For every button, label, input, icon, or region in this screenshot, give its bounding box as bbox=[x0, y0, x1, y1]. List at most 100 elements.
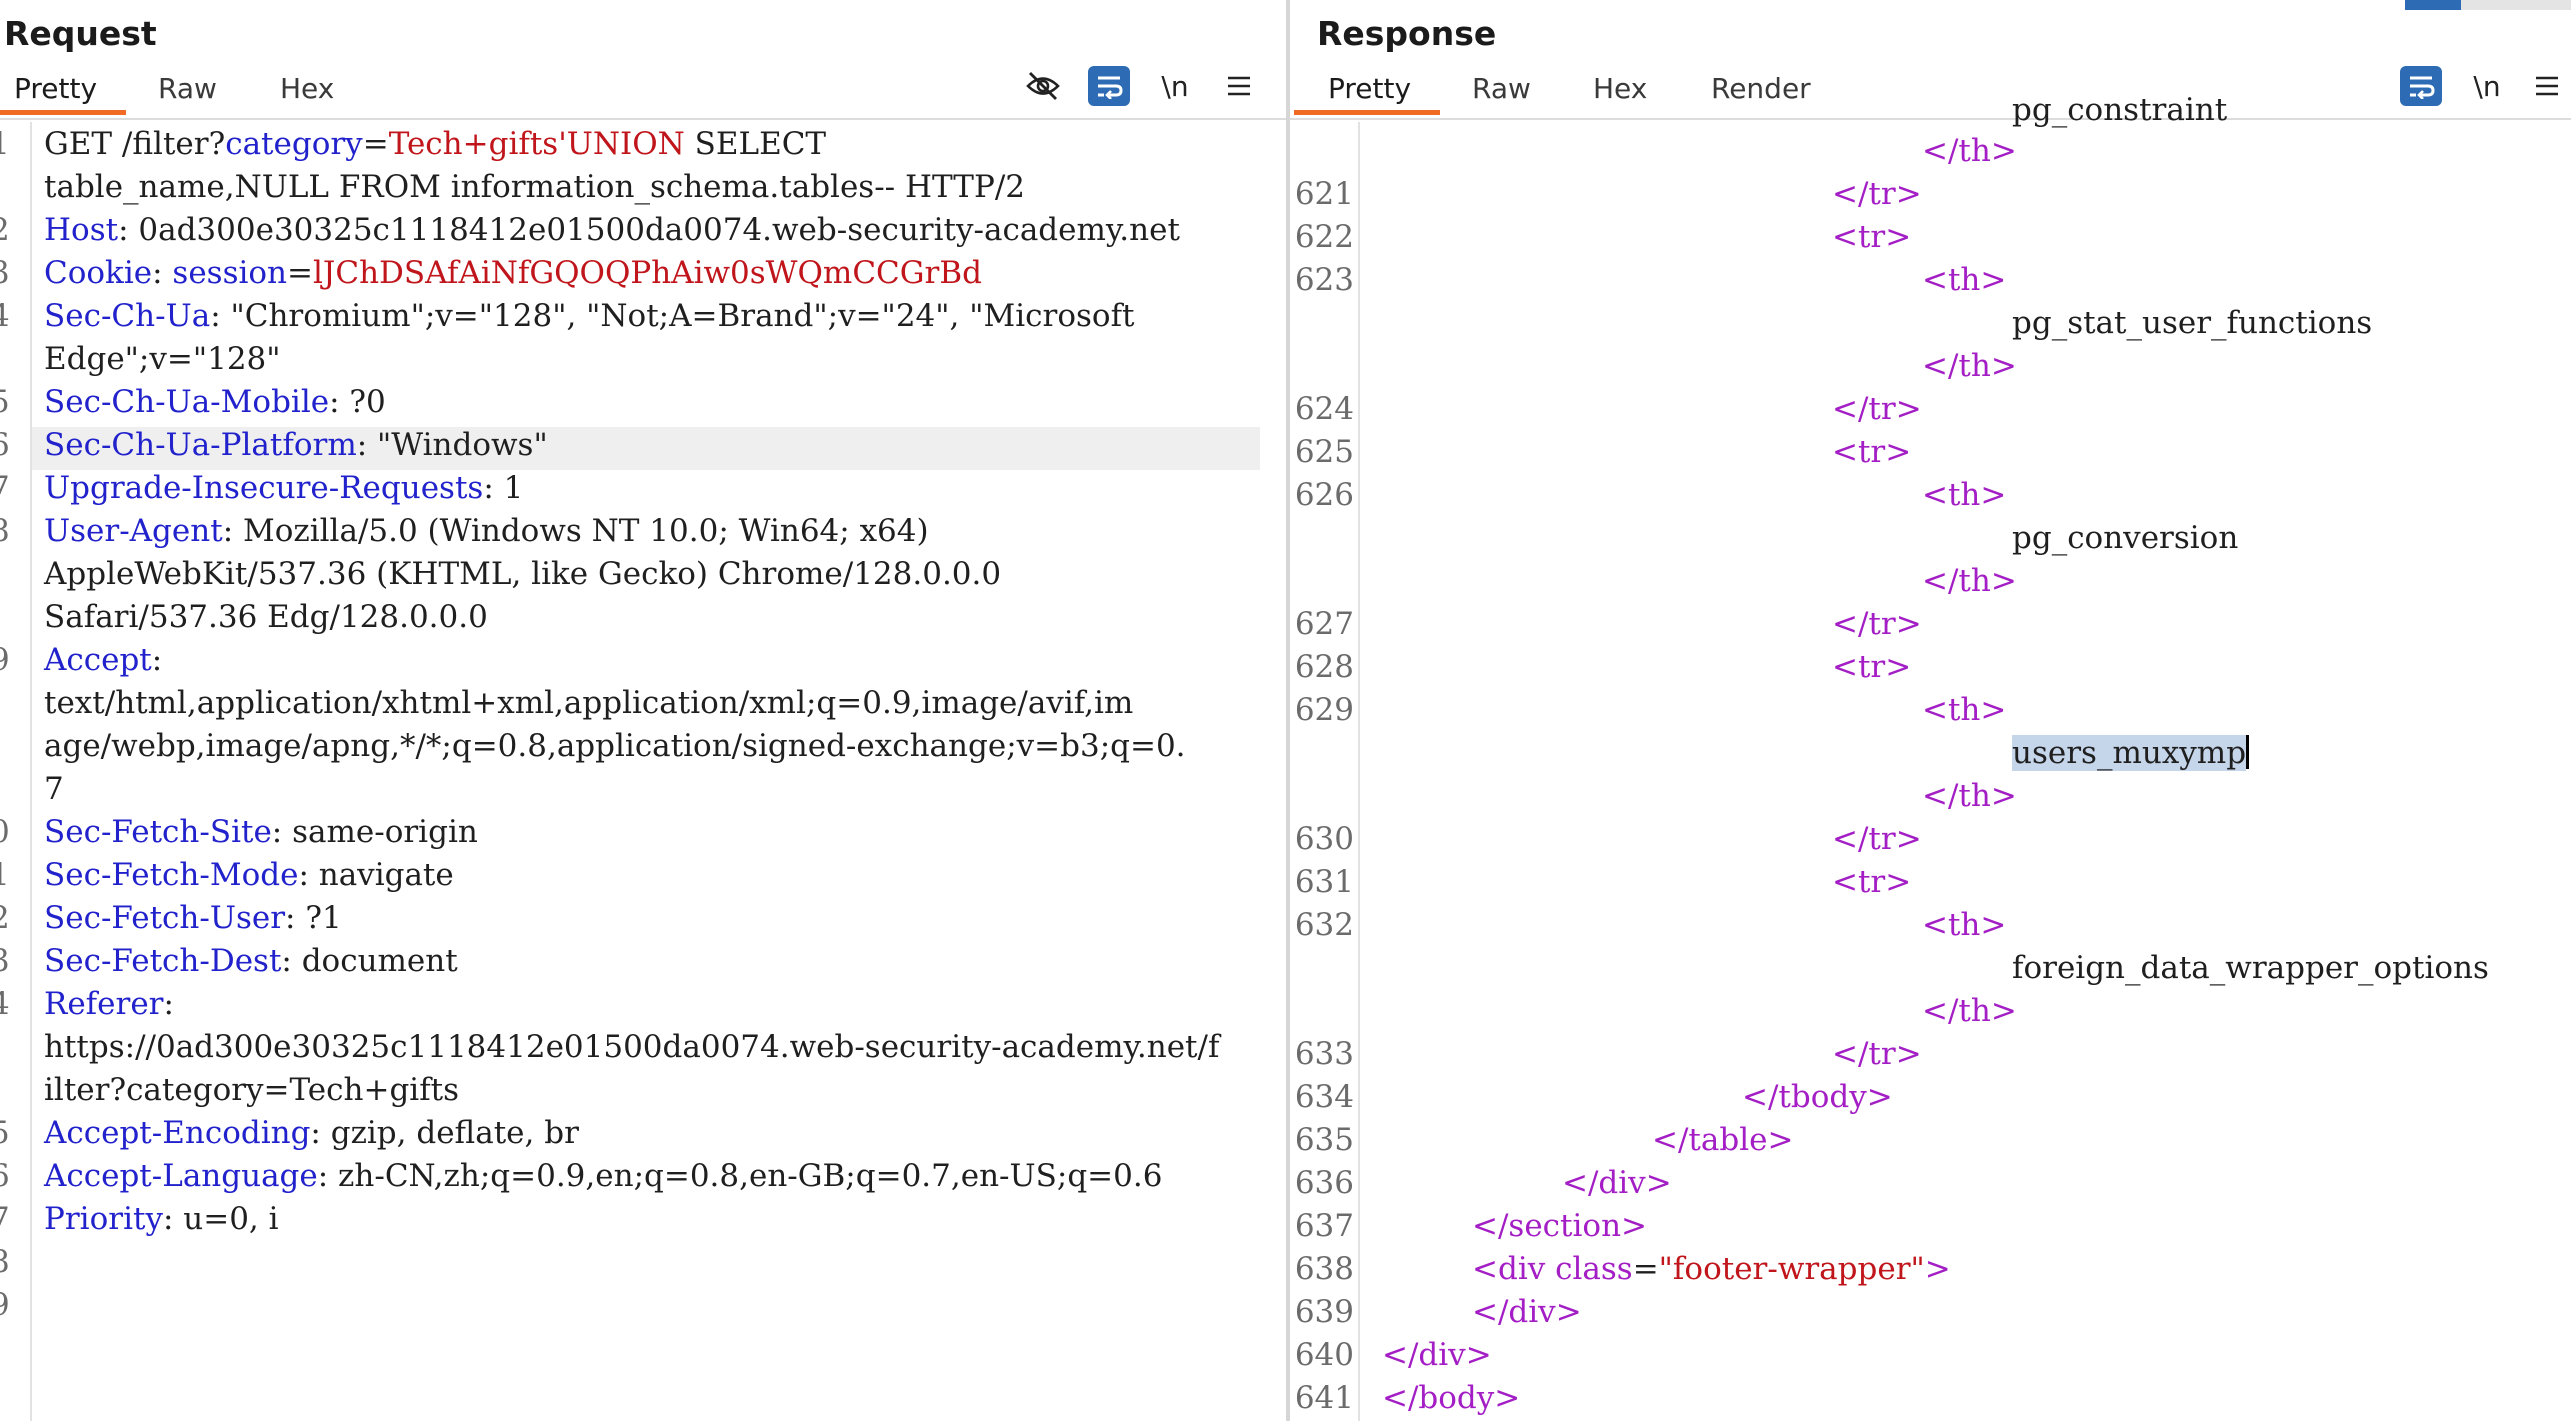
header-name: Referer bbox=[44, 986, 164, 1022]
wrap-icon bbox=[2410, 76, 2435, 99]
hide-toggle-button[interactable] bbox=[1022, 66, 1064, 106]
header-name: Sec-Ch-Ua bbox=[44, 298, 211, 334]
line-number: 4 bbox=[0, 986, 10, 1022]
table-name-value: foreign_data_wrapper_options bbox=[2012, 950, 2489, 986]
tab-hex[interactable]: Hex bbox=[280, 72, 334, 105]
tab-render[interactable]: Render bbox=[1711, 72, 1811, 105]
hamburger-menu-icon bbox=[1228, 76, 1250, 96]
window-corner-accent bbox=[2405, 0, 2461, 10]
line-number: 630 bbox=[1294, 821, 1354, 857]
line-number: 3 bbox=[0, 255, 10, 291]
line-number: 623 bbox=[1294, 262, 1354, 298]
header-sep: : bbox=[151, 642, 163, 678]
code-line: GET /filter?category=Tech+gifts'UNION SE… bbox=[44, 126, 826, 162]
code-line: </tr> bbox=[1832, 176, 1922, 212]
line-number: 5 bbox=[0, 384, 10, 420]
code-line: </div> bbox=[1562, 1165, 1672, 1201]
line-number: 3 bbox=[0, 943, 10, 979]
line-number-gutter: 621 622 623 624 625 626 627 628 629 630 … bbox=[1290, 122, 1360, 1421]
header-sep: : bbox=[152, 255, 173, 291]
request-pane: Request Pretty Raw Hex \n GET /filter?ca… bbox=[0, 0, 1286, 1421]
header-name: Sec-Ch-Ua-Platform bbox=[44, 427, 357, 463]
code-line: <tr> bbox=[1832, 649, 1912, 685]
response-menu-button[interactable] bbox=[2526, 66, 2568, 106]
line-number: 1 bbox=[0, 126, 10, 162]
request-editor[interactable]: 1 2 3 4 5 6 7 8 9 0 1 2 3 4 5 6 7 8 9 GE… bbox=[0, 122, 1286, 1421]
param-value: Tech+gifts'UNION bbox=[388, 126, 685, 162]
header-value: : 0ad300e30325c1118412e01500da0074.web-s… bbox=[118, 212, 1180, 248]
line-number: 5 bbox=[0, 1115, 10, 1151]
code-line: </tr> bbox=[1832, 821, 1922, 857]
line-number: 638 bbox=[1294, 1251, 1354, 1287]
response-code[interactable]: pg_constraint </th> </tr> <tr> <th> pg_s… bbox=[1370, 92, 2571, 1421]
header-name: User-Agent bbox=[44, 513, 223, 549]
line-number: 621 bbox=[1294, 176, 1354, 212]
code-line: Accept: bbox=[44, 642, 162, 678]
attr-value: "footer-wrapper" bbox=[1658, 1251, 1925, 1287]
code-line: <th> bbox=[1922, 692, 2007, 728]
line-number: 624 bbox=[1294, 391, 1354, 427]
code-line: Sec-Fetch-Dest: document bbox=[44, 943, 458, 979]
code-line: <tr> bbox=[1832, 434, 1912, 470]
header-value: : zh-CN,zh;q=0.9,en;q=0.8,en-GB;q=0.7,en… bbox=[317, 1158, 1163, 1194]
code-line: </body> bbox=[1382, 1380, 1521, 1416]
code-line: </tbody> bbox=[1742, 1079, 1893, 1115]
code-line: </div> bbox=[1472, 1294, 1582, 1330]
code-line: Safari/537.36 Edg/128.0.0.0 bbox=[44, 599, 488, 635]
line-number: 4 bbox=[0, 298, 10, 334]
line-number-gutter: 1 2 3 4 5 6 7 8 9 0 1 2 3 4 5 6 7 8 9 bbox=[0, 122, 32, 1421]
wrap-toggle-button[interactable] bbox=[2400, 66, 2442, 106]
line-number: 9 bbox=[0, 1287, 10, 1323]
header-value: : same-origin bbox=[271, 814, 478, 850]
header-value: : Mozilla/5.0 (Windows NT 10.0; Win64; x… bbox=[222, 513, 929, 549]
code-line: </tr> bbox=[1832, 391, 1922, 427]
newline-toggle-button[interactable]: \n bbox=[2466, 66, 2508, 106]
code-line: Sec-Fetch-Mode: navigate bbox=[44, 857, 454, 893]
header-value: : navigate bbox=[298, 857, 454, 893]
selected-table-name[interactable]: users_muxymp bbox=[2012, 735, 2247, 771]
line-number: 639 bbox=[1294, 1294, 1354, 1330]
code-line: Sec-Ch-Ua-Platform: "Windows" bbox=[44, 427, 548, 463]
newline-toggle-button[interactable]: \n bbox=[1154, 66, 1196, 106]
line-number: 625 bbox=[1294, 434, 1354, 470]
header-name: Sec-Fetch-Dest bbox=[44, 943, 282, 979]
tab-pretty[interactable]: Pretty bbox=[1328, 72, 1411, 105]
code-line: age/webp,image/apng,*/*;q=0.8,applicatio… bbox=[44, 728, 1186, 764]
code-line: </tr> bbox=[1832, 606, 1922, 642]
code-line: </th> bbox=[1922, 778, 2017, 814]
header-value: : gzip, deflate, br bbox=[310, 1115, 579, 1151]
request-line-method: GET /filter? bbox=[44, 126, 226, 162]
line-number: 640 bbox=[1294, 1337, 1354, 1373]
header-name: Accept-Encoding bbox=[44, 1115, 311, 1151]
header-name: Sec-Fetch-User bbox=[44, 900, 286, 936]
code-line: table_name,NULL FROM information_schema.… bbox=[44, 169, 1025, 205]
cookie-value: lJChDSAfAiNfGQOQPhAiw0sWQmCCGrBd bbox=[313, 255, 982, 291]
code-line: https://0ad300e30325c1118412e01500da0074… bbox=[44, 1029, 1220, 1065]
code-line: </tr> bbox=[1832, 1036, 1922, 1072]
code-line: </th> bbox=[1922, 133, 2017, 169]
wrap-toggle-button[interactable] bbox=[1088, 66, 1130, 106]
header-sep: : bbox=[163, 986, 174, 1022]
code-line: <tr> bbox=[1832, 219, 1912, 255]
request-menu-button[interactable] bbox=[1218, 66, 1260, 106]
code-line: users_muxymp bbox=[2012, 735, 2250, 771]
line-number: 627 bbox=[1294, 606, 1354, 642]
tag-end: > bbox=[1924, 1251, 1951, 1287]
window-corner-bar bbox=[2461, 0, 2571, 10]
line-number: 9 bbox=[0, 642, 10, 678]
line-number: 626 bbox=[1294, 477, 1354, 513]
tab-raw[interactable]: Raw bbox=[158, 72, 217, 105]
response-editor[interactable]: 621 622 623 624 625 626 627 628 629 630 … bbox=[1290, 92, 2571, 1421]
code-line: AppleWebKit/537.36 (KHTML, like Gecko) C… bbox=[44, 556, 1002, 592]
header-value: : document bbox=[281, 943, 458, 979]
request-code[interactable]: GET /filter?category=Tech+gifts'UNION SE… bbox=[44, 122, 1286, 1421]
header-name: Accept-Language bbox=[44, 1158, 318, 1194]
code-line: Upgrade-Insecure-Requests: 1 bbox=[44, 470, 523, 506]
code-line: Sec-Ch-Ua-Mobile: ?0 bbox=[44, 384, 386, 420]
code-line: </section> bbox=[1472, 1208, 1648, 1244]
tab-hex[interactable]: Hex bbox=[1593, 72, 1647, 105]
cookie-name: session bbox=[172, 255, 288, 291]
tab-raw[interactable]: Raw bbox=[1472, 72, 1531, 105]
tab-pretty[interactable]: Pretty bbox=[14, 72, 97, 105]
code-line: </th> bbox=[1922, 993, 2017, 1029]
